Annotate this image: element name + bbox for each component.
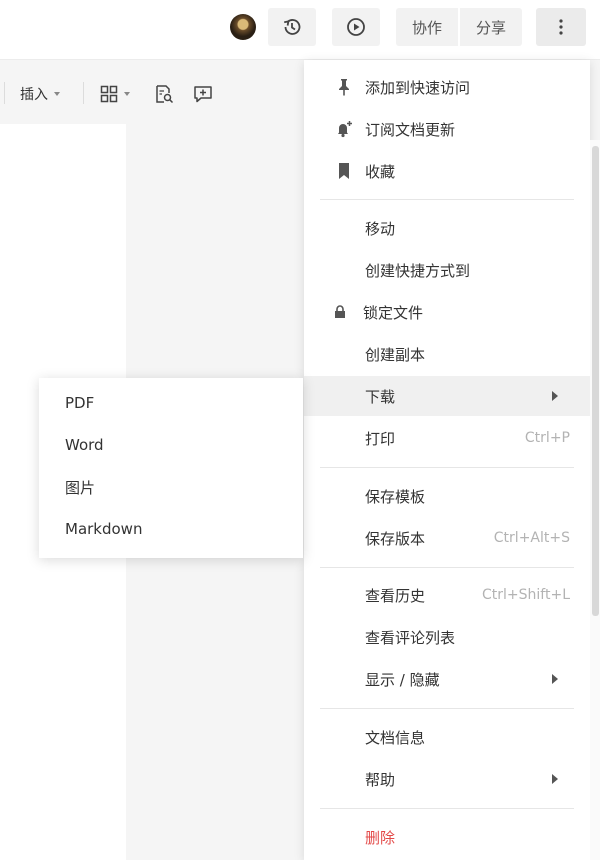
shortcut-text: Ctrl+Shift+L <box>482 587 570 603</box>
menu-item-favorite[interactable]: 收藏 <box>304 151 590 191</box>
menu-item-label: 帮助 <box>365 770 396 789</box>
menu-item-label: 创建副本 <box>365 345 426 364</box>
menu-item-create-shortcut[interactable]: 创建快捷方式到 <box>304 250 590 290</box>
menu-item-label: 保存版本 <box>365 529 426 548</box>
submenu-item-word[interactable]: Word <box>39 425 303 465</box>
chevron-right-icon <box>552 674 558 684</box>
toolbar-divider <box>83 82 84 104</box>
menu-item-duplicate[interactable]: 创建副本 <box>304 334 590 374</box>
top-bar: 协作 分享 <box>0 0 600 60</box>
menu-item-download[interactable]: 下载 <box>304 376 590 416</box>
menu-divider <box>320 199 574 200</box>
menu-item-delete[interactable]: 删除 <box>304 817 590 857</box>
menu-divider <box>320 808 574 809</box>
menu-item-add-quick-access[interactable]: 添加到快速访问 <box>304 67 590 107</box>
history-icon <box>284 19 301 35</box>
submenu-item-pdf[interactable]: PDF <box>39 383 303 423</box>
bookmark-icon <box>334 161 354 181</box>
menu-item-subscribe-updates[interactable]: 订阅文档更新 <box>304 109 590 149</box>
menu-item-label: 显示 / 隐藏 <box>365 670 440 689</box>
more-menu: 添加到快速访问 订阅文档更新 收藏 移动 创建快捷方式到 锁定文件 创建副本 下… <box>304 60 590 860</box>
user-avatar[interactable] <box>230 14 256 40</box>
menu-divider <box>320 708 574 709</box>
menu-divider <box>320 467 574 468</box>
toolbar-divider <box>4 82 5 104</box>
download-submenu: PDF Word 图片 Markdown <box>39 378 303 558</box>
menu-item-label: 文档信息 <box>365 728 426 747</box>
menu-item-save-version[interactable]: 保存版本 Ctrl+Alt+S <box>304 518 590 558</box>
add-comment-button[interactable] <box>193 82 213 106</box>
menu-item-label: 删除 <box>365 828 396 847</box>
chevron-right-icon <box>552 774 558 784</box>
menu-item-label: 移动 <box>365 219 396 238</box>
menu-item-view-history[interactable]: 查看历史 Ctrl+Shift+L <box>304 575 590 615</box>
doc-search-icon <box>156 85 174 104</box>
menu-divider <box>320 567 574 568</box>
menu-item-label: 订阅文档更新 <box>365 120 456 139</box>
menu-item-save-template[interactable]: 保存模板 <box>304 476 590 516</box>
more-vertical-icon <box>559 19 563 35</box>
menu-scrollbar-thumb[interactable] <box>592 146 599 616</box>
menu-item-label: 打印 <box>365 429 396 448</box>
history-button[interactable] <box>268 8 316 46</box>
bell-plus-icon <box>334 119 354 139</box>
menu-item-doc-info[interactable]: 文档信息 <box>304 717 590 757</box>
shortcut-text: Ctrl+Alt+S <box>493 530 570 546</box>
insert-dropdown[interactable]: 插入 <box>20 82 60 106</box>
present-button[interactable] <box>332 8 380 46</box>
menu-item-label: 收藏 <box>365 162 396 181</box>
menu-item-show-hide[interactable]: 显示 / 隐藏 <box>304 659 590 699</box>
menu-item-label: 创建快捷方式到 <box>365 261 471 280</box>
caret-down-icon <box>54 92 60 96</box>
menu-item-move[interactable]: 移动 <box>304 208 590 248</box>
comment-add-icon <box>194 86 212 103</box>
menu-item-help[interactable]: 帮助 <box>304 759 590 799</box>
editor-toolbar: 插入 <box>0 74 310 114</box>
chevron-right-icon <box>552 391 558 401</box>
caret-down-icon <box>124 92 130 96</box>
find-in-doc-button[interactable] <box>154 82 174 106</box>
lock-icon <box>330 302 350 322</box>
menu-item-lock-file[interactable]: 锁定文件 <box>304 292 590 332</box>
share-button[interactable]: 分享 <box>460 8 522 46</box>
menu-item-label: 保存模板 <box>365 487 426 506</box>
insert-label: 插入 <box>20 87 48 103</box>
shortcut-text: Ctrl+P <box>524 430 570 446</box>
more-button[interactable] <box>536 8 586 46</box>
menu-item-label: 查看评论列表 <box>365 628 456 647</box>
grid-icon <box>100 85 118 103</box>
menu-item-label: 添加到快速访问 <box>365 78 471 97</box>
menu-item-label: 查看历史 <box>365 586 426 605</box>
play-circle-icon <box>347 18 365 36</box>
menu-item-view-comments[interactable]: 查看评论列表 <box>304 617 590 657</box>
pin-icon <box>334 77 354 97</box>
menu-item-print[interactable]: 打印 Ctrl+P <box>304 418 590 458</box>
menu-item-label: 锁定文件 <box>363 303 424 322</box>
collaborate-button[interactable]: 协作 <box>396 8 458 46</box>
submenu-item-markdown[interactable]: Markdown <box>39 509 303 549</box>
menu-item-label: 下载 <box>365 387 396 406</box>
layout-dropdown[interactable] <box>100 82 130 106</box>
submenu-item-image[interactable]: 图片 <box>39 467 303 507</box>
